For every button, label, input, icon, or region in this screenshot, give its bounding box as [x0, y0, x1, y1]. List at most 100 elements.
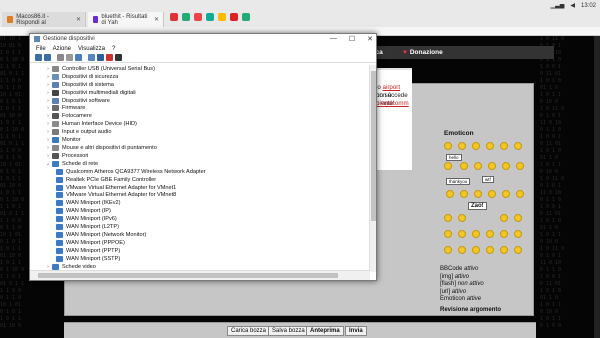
emoticon-zao[interactable]: Zao! [468, 202, 487, 210]
link-brandcomm[interactable]: brandcomm [376, 100, 409, 108]
expand-chevron-icon[interactable]: › [44, 121, 52, 127]
expand-chevron-icon[interactable]: › [44, 153, 52, 159]
review-topic-heading[interactable]: Revisione argomento [440, 307, 535, 315]
smiley-icon[interactable] [514, 142, 522, 150]
smiley-icon[interactable] [472, 246, 480, 254]
device-item[interactable]: WAN Miniport (IKEv2) [30, 199, 370, 207]
device-item[interactable]: WAN Miniport (PPTP) [30, 247, 370, 255]
pinned-tab-icon[interactable] [242, 13, 250, 21]
device-category[interactable]: › Dispositivi multimediali digitali [30, 89, 370, 97]
device-category[interactable]: ⌄ Schede di rete [30, 160, 370, 168]
device-item[interactable]: Qualcomm Atheros QCA9377 Wireless Networ… [30, 168, 370, 176]
tab-yahoo-results[interactable]: bluethit - Risultati di Yah ✕ [88, 12, 164, 27]
donate-link[interactable]: ♥ Donazione [403, 49, 443, 56]
device-category[interactable]: › Dispositivi software [30, 97, 370, 105]
forward-icon[interactable] [44, 54, 51, 61]
expand-chevron-icon[interactable]: › [44, 113, 52, 119]
device-item[interactable]: WAN Miniport (PPPOE) [30, 239, 370, 247]
properties-icon[interactable] [57, 54, 64, 61]
pinned-tab-icon[interactable] [218, 13, 226, 21]
tree-vertical-scrollbar[interactable] [369, 65, 376, 272]
list-icon[interactable] [66, 54, 73, 61]
device-category[interactable]: › Processori [30, 152, 370, 160]
emoticon-hello[interactable]: hello [446, 154, 462, 161]
smiley-icon[interactable] [514, 246, 522, 254]
smiley-icon[interactable] [514, 230, 522, 238]
device-tree[interactable]: › Controller USB (Universal Serial Bus) › D… [30, 65, 370, 272]
close-icon[interactable]: ✕ [367, 35, 373, 43]
expand-chevron-icon[interactable]: › [44, 105, 52, 111]
scan-icon[interactable] [115, 54, 122, 61]
preview-button[interactable]: Anteprima [306, 326, 344, 336]
device-item[interactable]: WAN Miniport (SSTP) [30, 255, 370, 263]
smiley-icon[interactable] [514, 214, 522, 222]
expand-chevron-icon[interactable]: › [44, 90, 52, 96]
device-item[interactable]: WAN Miniport (IP) [30, 207, 370, 215]
update-driver-icon[interactable] [97, 54, 104, 61]
close-tab-icon[interactable]: ✕ [154, 16, 159, 23]
uninstall-icon[interactable] [106, 54, 113, 61]
device-category[interactable]: › Controller USB (Universal Serial Bus) [30, 65, 370, 73]
smiley-icon[interactable] [500, 230, 508, 238]
smiley-icon[interactable] [458, 214, 466, 222]
device-item[interactable]: VMware Virtual Ethernet Adapter for VMne… [30, 192, 370, 200]
pinned-tab-icon[interactable] [182, 13, 190, 21]
smiley-icon[interactable] [444, 246, 452, 254]
smiley-icon[interactable] [502, 190, 510, 198]
menu-help[interactable]: ? [112, 46, 115, 52]
emoticon-wtf[interactable]: wtf [482, 176, 494, 183]
smiley-icon[interactable] [444, 230, 452, 238]
smiley-icon[interactable] [486, 230, 494, 238]
expand-chevron-icon[interactable]: › [44, 66, 52, 72]
pinned-tab-icon[interactable] [194, 13, 202, 21]
device-category[interactable]: › Dispositivi di sistema [30, 81, 370, 89]
menu-view[interactable]: Visualizza [78, 46, 105, 52]
smiley-icon[interactable] [486, 246, 494, 254]
pinned-tab-icon[interactable] [170, 13, 178, 21]
maximize-icon[interactable]: ☐ [349, 35, 355, 43]
window-titlebar[interactable]: Gestione dispositivi [30, 34, 376, 44]
smiley-icon[interactable] [444, 214, 452, 222]
back-icon[interactable] [35, 54, 42, 61]
monitor-icon[interactable] [88, 54, 95, 61]
menu-action[interactable]: Azione [53, 46, 71, 52]
help-icon[interactable] [75, 54, 82, 61]
smiley-icon[interactable] [500, 214, 508, 222]
tab-macos86[interactable]: Macos86.it - Rispondi al ✕ [2, 12, 86, 27]
close-tab-icon[interactable]: ✕ [76, 16, 81, 23]
load-draft-button[interactable]: Carica bozza [227, 326, 271, 336]
smiley-icon[interactable] [472, 142, 480, 150]
expand-chevron-icon[interactable]: › [44, 74, 52, 80]
smiley-icon[interactable] [460, 190, 468, 198]
scroll-thumb[interactable] [38, 273, 338, 278]
smiley-icon[interactable] [444, 142, 452, 150]
submit-button[interactable]: Invia [345, 326, 367, 336]
pinned-tab-icon[interactable] [230, 13, 238, 21]
menu-file[interactable]: File [36, 46, 46, 52]
smiley-icon[interactable] [474, 162, 482, 170]
expand-chevron-icon[interactable]: › [44, 82, 52, 88]
expand-chevron-icon[interactable]: › [44, 145, 52, 151]
minimize-icon[interactable]: — [330, 35, 337, 43]
expand-chevron-icon[interactable]: ⌄ [44, 161, 52, 167]
expand-chevron-icon[interactable]: › [44, 98, 52, 104]
scroll-thumb[interactable] [371, 71, 376, 221]
expand-chevron-icon[interactable]: › [44, 129, 52, 135]
smiley-icon[interactable] [460, 162, 468, 170]
device-category[interactable]: › Fotocamere [30, 112, 370, 120]
device-category[interactable]: › Firmware [30, 105, 370, 113]
smiley-icon[interactable] [458, 142, 466, 150]
smiley-icon[interactable] [502, 162, 510, 170]
save-draft-button[interactable]: Salva bozza [268, 326, 309, 336]
device-item[interactable]: Realtek PCIe GBE Family Controller [30, 176, 370, 184]
page-scrollbar[interactable] [594, 36, 600, 338]
smiley-icon[interactable] [488, 162, 496, 170]
expand-chevron-icon[interactable]: › [44, 137, 52, 143]
expand-chevron-icon[interactable]: › [44, 264, 52, 270]
smiley-icon[interactable] [488, 190, 496, 198]
smiley-icon[interactable] [500, 246, 508, 254]
device-category[interactable]: › Monitor [30, 136, 370, 144]
link-airport[interactable]: airport [383, 84, 401, 91]
emoticon-thankyou[interactable]: thankyou [446, 178, 471, 185]
smiley-icon[interactable] [472, 230, 480, 238]
